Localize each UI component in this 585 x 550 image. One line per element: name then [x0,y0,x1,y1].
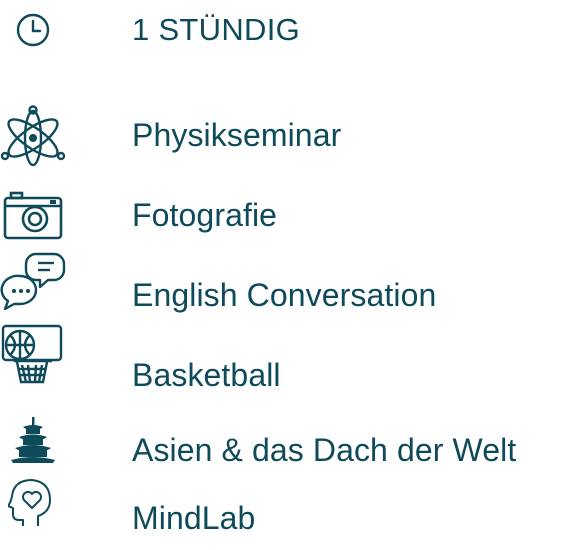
list-item-label: Fotografie [132,197,278,233]
list-item-basketball[interactable]: Basketball [0,324,585,400]
list-item-english-conversation[interactable]: English Conversation [0,252,585,320]
list-item-mindlab[interactable]: MindLab [0,479,585,550]
list-item-fotografie[interactable]: Fotografie [0,190,585,240]
clock-icon [0,12,66,48]
list-item-label: Asien & das Dach der Welt [132,432,517,468]
list-item-asien-dach-der-welt[interactable]: Asien & das Dach der Welt [0,417,585,475]
section-title: 1 STÜNDIG [132,12,301,47]
list-item-label: Physikseminar [132,117,342,153]
pagoda-icon [0,415,66,467]
head-heart-icon [0,474,66,530]
section-header: 1 STÜNDIG [0,10,585,50]
speech-bubbles-icon [0,250,66,310]
list-item-physikseminar[interactable]: Physikseminar [0,105,585,167]
basketball-hoop-icon [0,323,66,389]
list-item-label: Basketball [132,357,281,393]
atom-icon [0,104,66,168]
camera-icon [0,190,66,240]
list-item-label: English Conversation [132,277,437,313]
list-item-label: MindLab [132,500,256,536]
